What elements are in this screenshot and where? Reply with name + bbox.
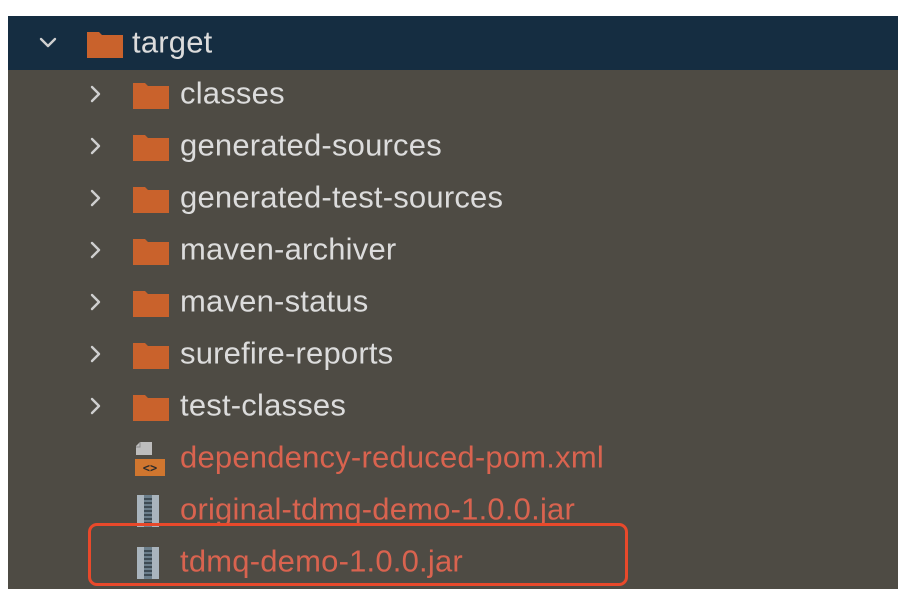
tree-item-label: original-tdmq-demo-1.0.0.jar (180, 491, 575, 527)
folder-icon (133, 135, 169, 161)
folder-icon (133, 395, 169, 421)
tree-item-maven-archiver[interactable]: maven-archiver (8, 224, 898, 276)
chevron-right-icon[interactable] (84, 82, 108, 106)
highlight-annotation-box (88, 523, 628, 586)
tree-item-label: maven-archiver (180, 231, 397, 267)
tree-item-label: generated-sources (180, 127, 442, 163)
svg-text:<>: <> (143, 461, 157, 475)
project-tree-panel: target classes generated-sources generat… (8, 16, 898, 589)
folder-icon (133, 83, 169, 109)
tree-item-generated-test-sources[interactable]: generated-test-sources (8, 172, 898, 224)
folder-icon (133, 187, 169, 213)
chevron-right-icon[interactable] (84, 238, 108, 262)
folder-icon (133, 343, 169, 369)
tree-item-label: surefire-reports (180, 335, 394, 371)
tree-item-label: maven-status (180, 283, 369, 319)
chevron-right-icon[interactable] (84, 186, 108, 210)
chevron-right-icon[interactable] (84, 134, 108, 158)
chevron-right-icon[interactable] (84, 290, 108, 314)
tree-item-test-classes[interactable]: test-classes (8, 380, 898, 432)
tree-item-label: dependency-reduced-pom.xml (180, 439, 604, 475)
tree-item-target[interactable]: target (8, 16, 898, 70)
chevron-right-icon[interactable] (84, 342, 108, 366)
tree-item-maven-status[interactable]: maven-status (8, 276, 898, 328)
chevron-down-icon[interactable] (36, 31, 60, 55)
tree-item-classes[interactable]: classes (8, 68, 898, 120)
tree-item-generated-sources[interactable]: generated-sources (8, 120, 898, 172)
tree-item-label: test-classes (180, 387, 347, 423)
tree-item-label: generated-test-sources (180, 179, 504, 215)
tree-item-label: target (132, 24, 213, 60)
folder-icon (133, 239, 169, 265)
folder-icon (133, 291, 169, 317)
folder-icon (87, 32, 123, 58)
tree-item-surefire-reports[interactable]: surefire-reports (8, 328, 898, 380)
tree-item-label: classes (180, 75, 285, 111)
xml-file-icon: <> (135, 442, 165, 476)
chevron-right-icon[interactable] (84, 394, 108, 418)
tree-item-dependency-reduced-pom[interactable]: <> dependency-reduced-pom.xml (8, 432, 898, 484)
